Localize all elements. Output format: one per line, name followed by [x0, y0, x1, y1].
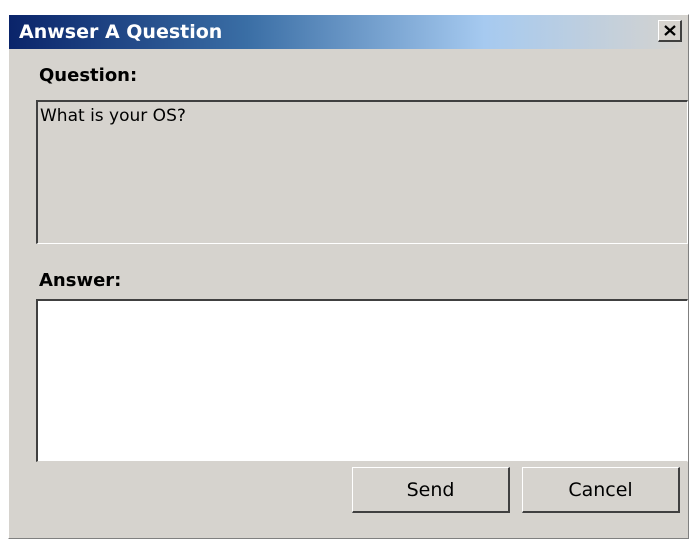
close-button[interactable] [658, 20, 682, 42]
send-button[interactable]: Send [352, 467, 510, 513]
question-text: What is your OS? [40, 106, 186, 126]
answer-label: Answer: [39, 270, 122, 291]
answer-input[interactable] [36, 299, 688, 462]
answer-question-dialog: Anwser A Question Question: What is your… [8, 14, 689, 539]
title-bar[interactable]: Anwser A Question [9, 15, 688, 49]
question-text-box: What is your OS? [36, 100, 688, 244]
cancel-button[interactable]: Cancel [522, 467, 680, 513]
question-label: Question: [39, 65, 138, 86]
close-icon [663, 25, 676, 36]
window-title: Anwser A Question [19, 21, 223, 43]
